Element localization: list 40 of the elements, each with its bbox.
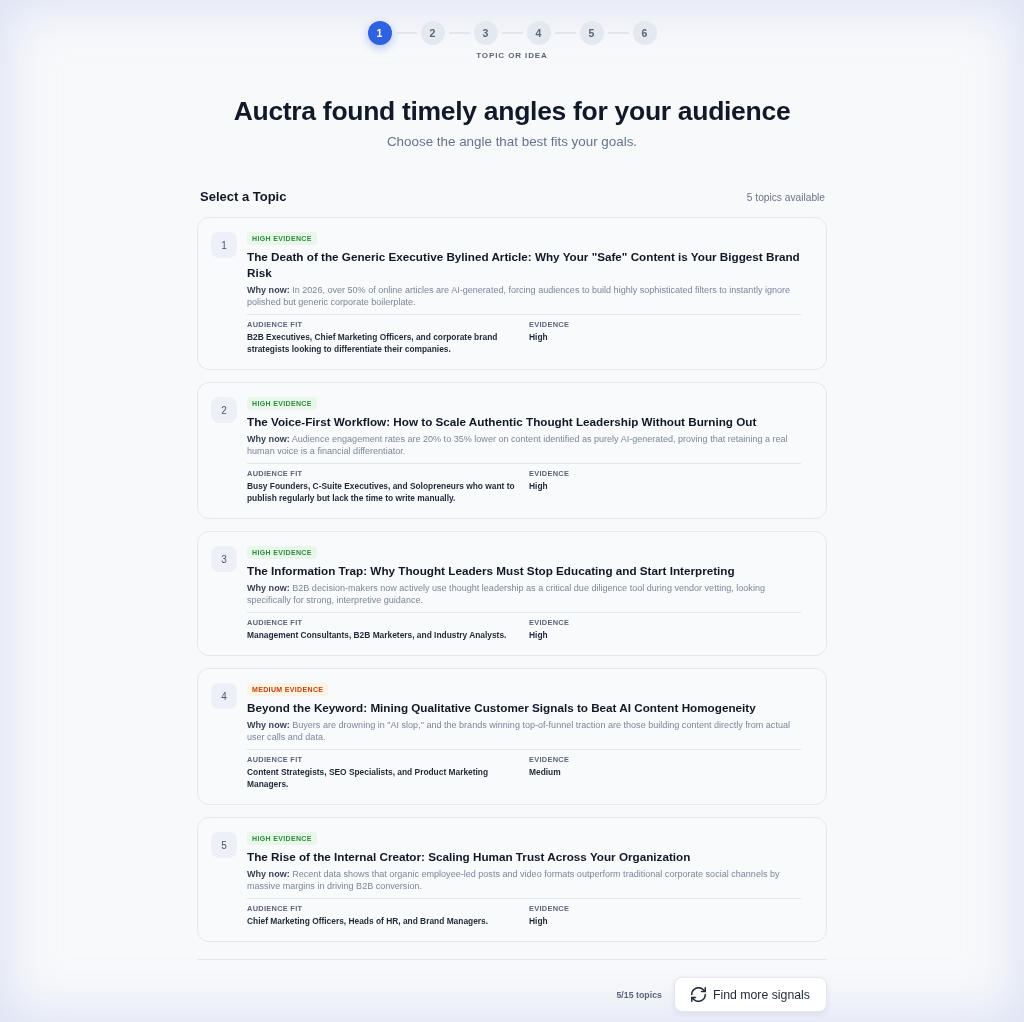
why-now-text: Why now: Audience engagement rates are 20% to 35% lower on content identified as purely AI-generated, proving that retaining a real human voice is a financial differentiator. (247, 433, 789, 457)
audience-fit-value: B2B Executives, Chief Marketing Officers, and corporate brand strategists looking to differentiate their companies. (247, 331, 499, 355)
why-now-text: Why now: B2B decision-makers now actively use thought leadership as a critical due diligence tool during vendor vetting, looking specifically for strong, interpretive guidance. (247, 582, 766, 606)
topic-number: 3 (211, 546, 237, 572)
audience-fit-value: Content Strategists, SEO Specialists, and Product Marketing Managers. (247, 766, 490, 790)
evidence-value: High (529, 331, 548, 343)
why-now-text: Why now: Buyers are drowning in "AI slop," and the brands winning top-of-funnel traction are those building content directly from actual user calls and data. (247, 719, 791, 743)
find-more-signals-button[interactable]: Find more signals (673, 977, 827, 1012)
section-title: Select a Topic (200, 189, 287, 204)
topic-number: 4 (211, 683, 237, 709)
evidence-value: High (529, 480, 548, 492)
why-now-text: Why now: Recent data shows that organic employee-led posts and video formats outperform traditional corporate social channels by massive margins in driving B2B conversion. (247, 868, 781, 892)
topic-number: 1 (211, 232, 237, 258)
topic-title: The Death of the Generic Executive Bylined Article: Why Your "Safe" Content is Your Biggest Brand Risk (247, 249, 801, 281)
topic-title: Beyond the Keyword: Mining Qualitative Customer Signals to Beat AI Content Homogeneity (247, 700, 757, 716)
topic-number: 5 (211, 832, 237, 858)
evidence-value: Medium (529, 766, 561, 778)
refresh-icon (690, 987, 706, 1002)
topic-card[interactable] (197, 668, 827, 805)
step-indicator: 3 (473, 21, 498, 45)
audience-fit-value: Busy Founders, C-Suite Executives, and Solopreneurs who want to publish regularly but lack the time to write manually. (247, 480, 516, 504)
topics-shown-count: 5/15 topics (616, 989, 662, 1000)
evidence-value: High (529, 629, 548, 641)
audience-fit-value: Chief Marketing Officers, Heads of HR, and Brand Managers. (247, 915, 489, 927)
step-indicator: 2 (420, 21, 445, 45)
why-now-text: Why now: In 2026, over 50% of online articles are AI-generated, forcing audiences to build highly sophisticated filters to instantly ignore polished but generic corporate boilerplate. (247, 284, 792, 308)
audience-fit-value: Management Consultants, B2B Marketers, and Industry Analysts. (247, 629, 507, 641)
evidence-value: High (529, 915, 548, 927)
page-subtitle: Choose the angle that best fits your goals. (386, 133, 638, 151)
topic-count: 5 topics available (746, 192, 825, 203)
topic-number: 2 (211, 397, 237, 423)
topic-title: The Rise of the Internal Creator: Scaling Human Trust Across Your Organization (247, 849, 692, 865)
step-indicator: 6 (632, 21, 657, 45)
topic-title: The Voice-First Workflow: How to Scale Authentic Thought Leadership Without Burning Out (247, 414, 758, 430)
step-indicator: 5 (579, 21, 604, 45)
step-caption: TOPIC OR IDEA (476, 51, 548, 60)
page-title: Auctra found timely angles for your audience (233, 95, 791, 127)
step-indicator: 1 (367, 21, 392, 45)
step-indicator: 4 (526, 21, 551, 45)
topic-title: The Information Trap: Why Thought Leaders Must Stop Educating and Start Interpreting (247, 563, 736, 579)
